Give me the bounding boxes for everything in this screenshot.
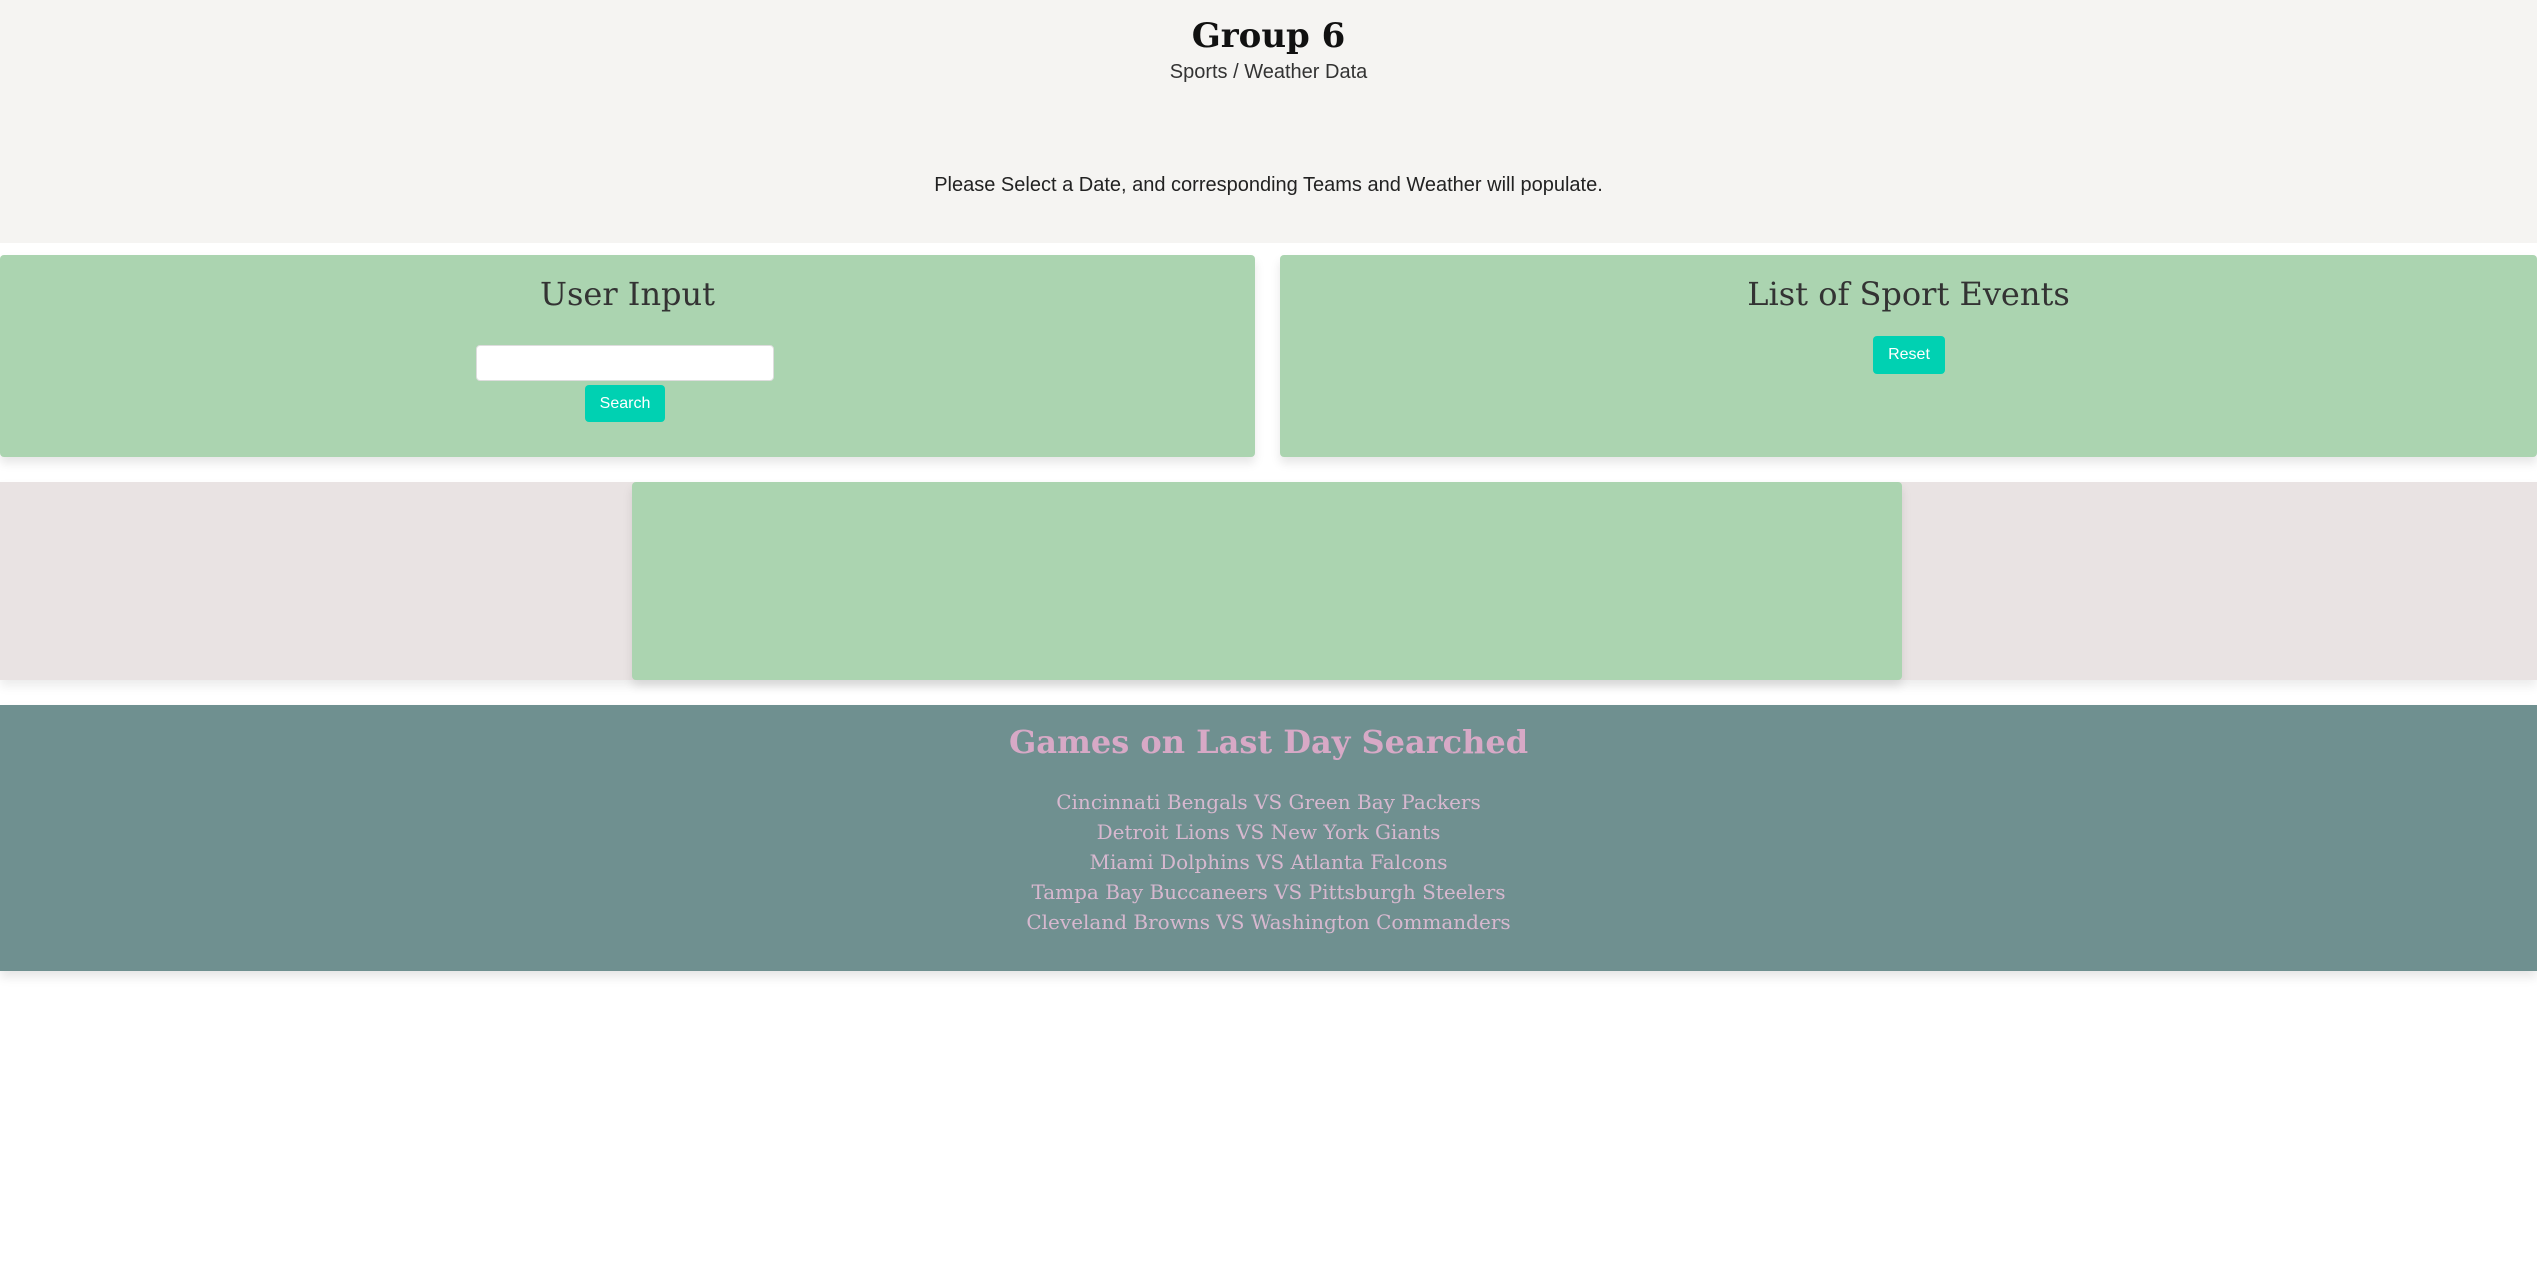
- history-section: Games on Last Day Searched Cincinnati Be…: [0, 705, 2537, 971]
- reset-button[interactable]: Reset: [1873, 336, 1945, 374]
- sport-events-card: List of Sport Events Reset: [1280, 255, 2537, 457]
- page-header: Group 6 Sports / Weather Data Please Sel…: [0, 0, 2537, 243]
- list-item: Cleveland Browns VS Washington Commander…: [1026, 910, 1511, 934]
- date-input[interactable]: [476, 345, 774, 381]
- user-input-heading: User Input: [540, 275, 715, 313]
- page-title: Group 6: [1191, 16, 1346, 56]
- page: Group 6 Sports / Weather Data Please Sel…: [0, 0, 2537, 1277]
- list-item: Detroit Lions VS New York Giants: [1096, 820, 1441, 844]
- results-card: [632, 482, 1902, 680]
- history-heading: Games on Last Day Searched: [1008, 723, 1529, 761]
- list-item: Miami Dolphins VS Atlanta Falcons: [1089, 850, 1448, 874]
- page-subtitle: Sports / Weather Data: [1169, 61, 1368, 83]
- user-input-card: User Input Search: [0, 255, 1255, 457]
- sport-events-heading: List of Sport Events: [1747, 275, 2070, 313]
- history-list: Cincinnati Bengals VS Green Bay Packers …: [0, 787, 2537, 937]
- search-button[interactable]: Search: [585, 385, 665, 422]
- list-item: Tampa Bay Buccaneers VS Pittsburgh Steel…: [1031, 880, 1506, 904]
- list-item: Cincinnati Bengals VS Green Bay Packers: [1056, 790, 1481, 814]
- instructions-text: Please Select a Date, and corresponding …: [934, 174, 1603, 196]
